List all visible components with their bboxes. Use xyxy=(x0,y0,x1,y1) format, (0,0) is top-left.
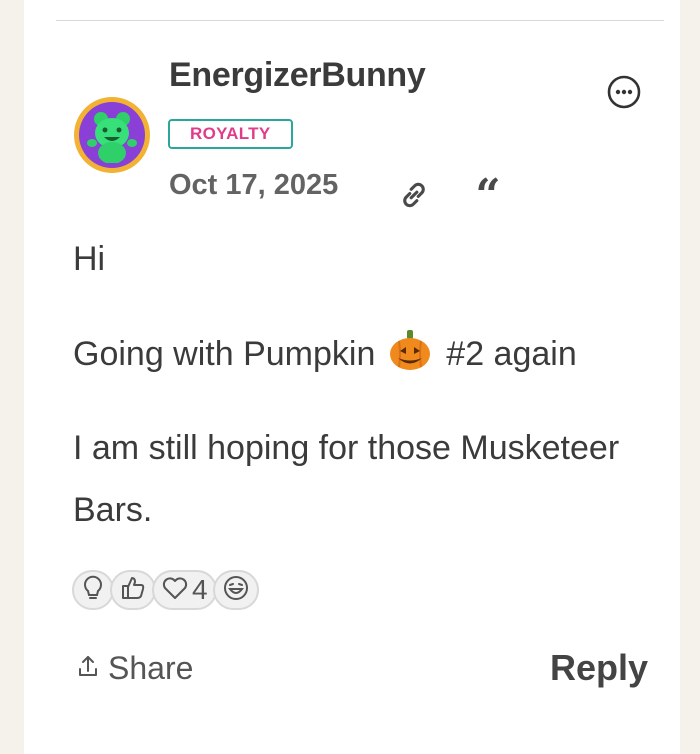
post-card: EnergizerBunny ROYALTY Oct 17, 2025 “ Hi… xyxy=(24,0,680,754)
share-icon xyxy=(76,650,100,687)
reaction-count: 4 xyxy=(192,574,208,605)
avatar[interactable] xyxy=(74,97,150,173)
reaction-lightbulb[interactable] xyxy=(72,570,114,610)
post-paragraph: Hi xyxy=(73,240,106,278)
share-button[interactable]: Share xyxy=(76,645,193,691)
gummy-bear-avatar-image xyxy=(79,102,145,168)
reaction-heart[interactable]: 4 xyxy=(152,570,217,610)
reaction-laugh[interactable] xyxy=(212,570,259,610)
post-text: Going with Pumpkin xyxy=(73,335,376,373)
link-icon[interactable] xyxy=(396,177,432,213)
post-paragraph: Going with Pumpkin #2 again xyxy=(73,323,653,385)
jack-o-lantern-icon xyxy=(387,327,433,373)
share-label: Share xyxy=(108,649,194,686)
quote-icon[interactable]: “ xyxy=(468,174,508,218)
laughing-face-icon xyxy=(222,574,250,607)
username[interactable]: EnergizerBunny xyxy=(169,56,426,95)
post-text: #2 again xyxy=(446,335,577,373)
thumbs-up-icon xyxy=(119,574,147,607)
heart-icon xyxy=(161,575,189,606)
post-date: Oct 17, 2025 xyxy=(169,169,339,201)
user-title-badge: ROYALTY xyxy=(168,119,293,149)
more-options-icon[interactable] xyxy=(604,72,644,112)
post-paragraph: I am still hoping for those Musketeer Ba… xyxy=(73,429,620,529)
divider xyxy=(56,20,664,21)
reaction-thumbs-up[interactable] xyxy=(110,570,156,610)
reply-button[interactable]: Reply xyxy=(550,645,648,691)
reactions-bar: 4 xyxy=(72,570,259,610)
lightbulb-icon xyxy=(81,574,105,607)
